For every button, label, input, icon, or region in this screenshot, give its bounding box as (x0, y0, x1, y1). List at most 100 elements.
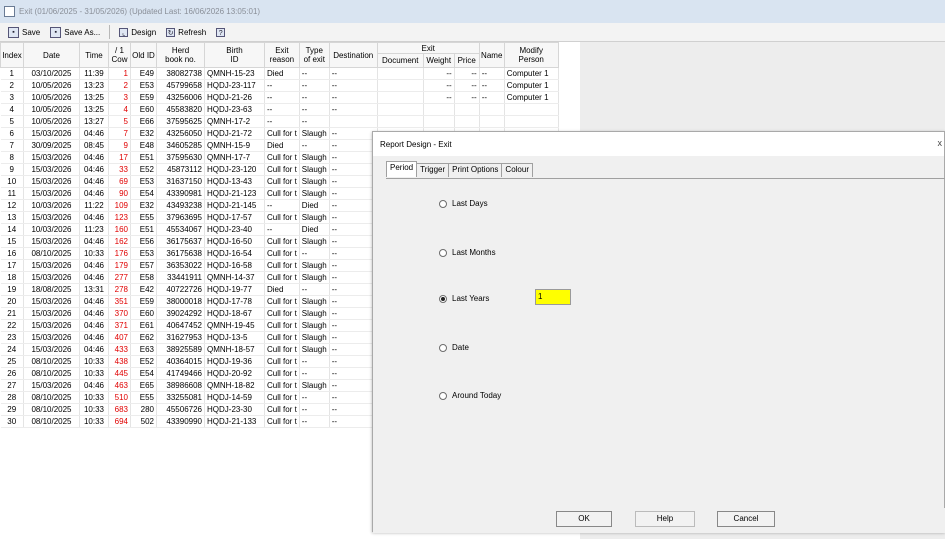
table-cell: 15 (0, 235, 24, 248)
table-row[interactable]: 4 10/05/2026 13:25 4 E60 45583820 HQDJ-23-63 --… (0, 103, 559, 116)
table-cell: 37595625 (156, 115, 205, 128)
radio-last-days[interactable]: Last Days (439, 199, 488, 208)
header-exit-reason[interactable]: Exit reason (264, 42, 300, 68)
header-index[interactable]: Index (0, 42, 24, 68)
table-cell: 15/03/2026 (23, 211, 80, 224)
design-button[interactable]: ⌞ Design (115, 24, 160, 40)
help-button-dialog[interactable]: Help (635, 511, 695, 527)
radio-button[interactable] (439, 248, 447, 257)
cancel-button[interactable]: Cancel (717, 511, 775, 527)
table-cell: -- (299, 79, 330, 92)
table-cell: 10 (0, 175, 24, 188)
header-cow[interactable]: / 1 Cow (108, 42, 131, 68)
table-cell: 280 (130, 403, 157, 416)
radio-last-years[interactable]: Last Years (439, 294, 489, 303)
dialog-titlebar: Report Design - Exit x (373, 132, 944, 156)
table-cell: 40722726 (156, 283, 205, 296)
table-cell: 38082738 (156, 67, 205, 80)
table-cell: Died (264, 283, 300, 296)
table-cell: E53 (130, 247, 157, 260)
table-cell: -- (329, 139, 378, 152)
table-cell: 04:46 (79, 319, 109, 332)
table-cell: 16 (0, 247, 24, 260)
table-cell: 160 (108, 223, 131, 236)
table-cell: 12 (0, 199, 24, 212)
table-cell: 26 (0, 367, 24, 380)
table-cell: Computer 1 (504, 91, 559, 104)
table-cell: 33255081 (156, 391, 205, 404)
close-icon[interactable]: x (938, 138, 943, 148)
table-row[interactable]: 2 10/05/2026 13:23 2 E53 45799658 HQDJ-23-117-… (0, 79, 559, 92)
save-as-button[interactable]: ▪ Save As... (46, 24, 104, 40)
radio-button-selected[interactable] (439, 294, 447, 303)
header-herd-book[interactable]: Herd book no. (156, 42, 205, 68)
header-price[interactable]: Price (453, 53, 480, 68)
table-cell: 28 (0, 391, 24, 404)
save-as-label: Save As... (64, 27, 101, 37)
table-cell: 25 (0, 355, 24, 368)
table-cell: Cull for t (264, 367, 300, 380)
app-icon (4, 6, 15, 17)
table-cell: Cull for t (264, 247, 300, 260)
table-cell: 10/05/2026 (23, 79, 80, 92)
table-cell: -- (479, 67, 505, 80)
help-button[interactable]: ? (212, 24, 229, 40)
table-cell: E55 (130, 211, 157, 224)
header-date[interactable]: Date (23, 42, 80, 68)
tab-period[interactable]: Period (386, 161, 418, 177)
table-row[interactable]: 3 10/05/2026 13:25 3 E59 43256006 HQDJ-21-26 --… (0, 91, 559, 104)
table-cell: Slaugh (299, 187, 330, 200)
table-cell: Slaugh (299, 259, 330, 272)
table-cell: QMNH-18-82 (204, 379, 265, 392)
radio-last-months[interactable]: Last Months (439, 248, 496, 257)
table-cell: E59 (130, 295, 157, 308)
table-cell: 6 (0, 127, 24, 140)
table-cell: Cull for t (264, 259, 300, 272)
radio-button[interactable] (439, 343, 447, 352)
table-cell (329, 115, 378, 128)
tab-print-options[interactable]: Print Options (448, 163, 503, 177)
window-title: Exit (01/06/2025 - 31/05/2026) (Updated … (19, 7, 261, 16)
radio-around-today[interactable]: Around Today (439, 391, 501, 400)
table-cell: 36353022 (156, 259, 205, 272)
table-cell: -- (329, 307, 378, 320)
header-old-id[interactable]: Old ID (130, 42, 157, 68)
table-row[interactable]: 1 03/10/2025 11:39 1 E49 38082738 QMNH-15-23 Di… (0, 67, 559, 80)
table-cell: 10/03/2026 (23, 223, 80, 236)
window-titlebar: Exit (01/06/2025 - 31/05/2026) (Updated … (0, 0, 945, 23)
table-cell: 40647452 (156, 319, 205, 332)
table-cell: 10:33 (79, 403, 109, 416)
table-cell: 23 (0, 331, 24, 344)
header-weight[interactable]: Weight (422, 53, 455, 68)
header-destination[interactable]: Destination (328, 42, 378, 68)
table-cell: -- (329, 319, 378, 332)
header-document[interactable]: Document (376, 53, 424, 68)
header-type-of-exit[interactable]: Type of exit (298, 42, 330, 68)
header-birth-id[interactable]: Birth ID (204, 42, 265, 68)
tab-trigger[interactable]: Trigger (416, 163, 450, 177)
table-cell: 18 (0, 271, 24, 284)
last-years-input[interactable]: 1 (535, 289, 571, 305)
tab-colour[interactable]: Colour (501, 163, 533, 177)
table-cell: 36175637 (156, 235, 205, 248)
table-cell: -- (329, 199, 378, 212)
header-modify-person[interactable]: Modify Person (503, 42, 559, 68)
save-button[interactable]: ▪ Save (4, 24, 44, 40)
header-name[interactable]: Name (478, 42, 505, 68)
refresh-button[interactable]: ↻ Refresh (162, 24, 210, 40)
table-cell: QMNH-15-23 (204, 67, 265, 80)
table-cell: 10/05/2026 (23, 91, 80, 104)
radio-button[interactable] (439, 391, 447, 400)
radio-date[interactable]: Date (439, 343, 469, 352)
header-time[interactable]: Time (79, 42, 109, 68)
table-cell: 04:46 (79, 259, 109, 272)
radio-button[interactable] (439, 199, 447, 208)
table-cell: 39024292 (156, 307, 205, 320)
table-cell: -- (329, 391, 378, 404)
ok-button[interactable]: OK (556, 511, 612, 527)
table-cell: -- (329, 403, 378, 416)
table-row[interactable]: 5 10/05/2026 13:27 5 E66 37595625 QMNH-17-2 -- -… (0, 115, 559, 128)
table-cell: 37963695 (156, 211, 205, 224)
table-cell: Slaugh (299, 343, 330, 356)
table-cell: 04:46 (79, 379, 109, 392)
